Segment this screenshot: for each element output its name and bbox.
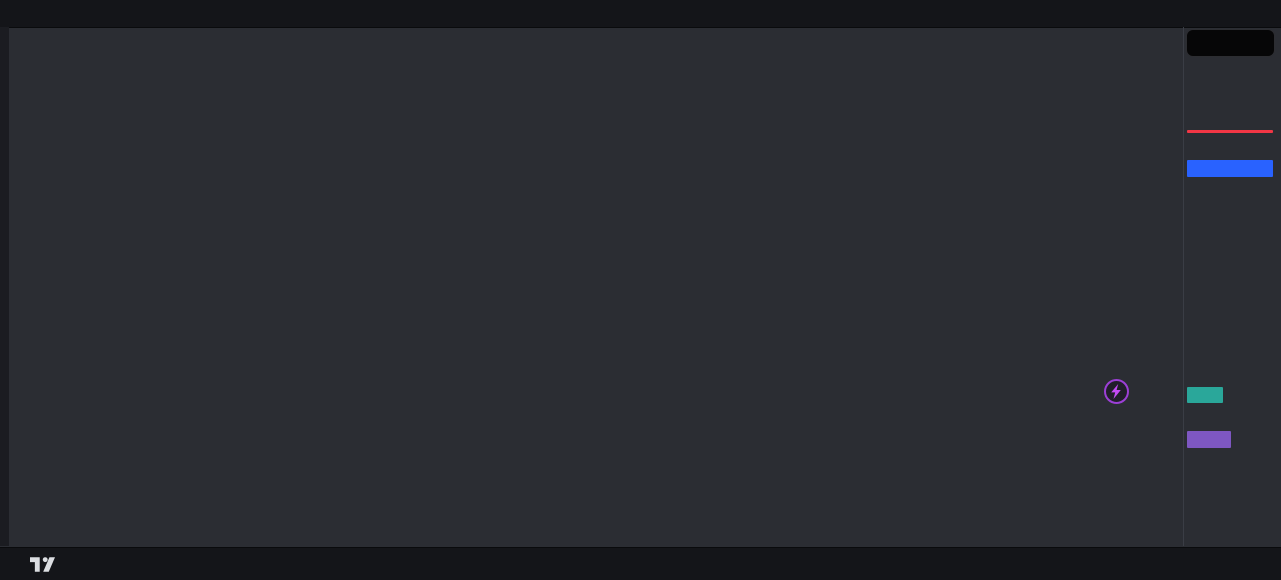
footer-bar <box>0 547 1281 580</box>
alert-line-price-badge <box>1187 160 1273 177</box>
rsi-legend[interactable] <box>17 410 23 424</box>
ma-row[interactable] <box>17 67 57 84</box>
volume-axis-badge <box>1187 387 1223 403</box>
lightning-icon <box>1111 384 1121 399</box>
lightning-button[interactable] <box>1104 379 1129 404</box>
price-chart-canvas[interactable] <box>0 0 1281 580</box>
currency-toggle-button[interactable] <box>1186 29 1275 57</box>
chart-legend <box>17 33 57 84</box>
rsi-value-badge <box>1187 431 1231 448</box>
volume-row[interactable] <box>17 50 57 67</box>
tradingview-logo-icon[interactable] <box>30 557 55 572</box>
last-price-badge <box>1187 130 1273 133</box>
tradingview-published-chart <box>0 0 1281 580</box>
symbol-row[interactable] <box>17 33 57 50</box>
price-axis-border <box>1183 27 1184 546</box>
